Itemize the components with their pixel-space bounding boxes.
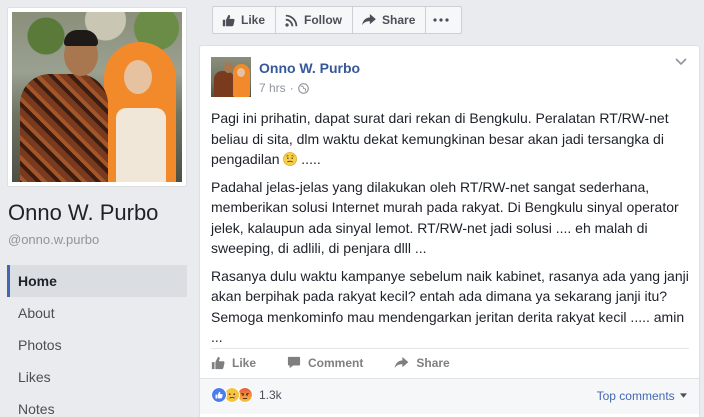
left-column: Onno W. Purbo @onno.w.purbo Home About P… — [0, 0, 196, 417]
chevron-down-icon[interactable] — [675, 58, 687, 66]
like-page-label: Like — [241, 13, 266, 27]
post-action-bar: Like Comment Share — [211, 348, 689, 372]
nav-item-home[interactable]: Home — [7, 265, 187, 297]
share-page-label: Share — [382, 13, 416, 27]
like-reaction-icon — [211, 387, 227, 403]
globe-icon[interactable] — [297, 82, 309, 94]
page-action-bar: Like Follow Share — [212, 6, 463, 34]
nav-item-about[interactable]: About — [7, 297, 187, 329]
follow-label: Follow — [304, 13, 343, 27]
author-avatar[interactable] — [211, 57, 251, 97]
post-paragraph: Pagi ini prihatin, dapat surat dari reka… — [211, 110, 669, 167]
post-share-button[interactable]: Share — [394, 353, 450, 372]
post-timestamp[interactable]: 7 hrs — [259, 81, 286, 95]
post-paragraph: Rasanya dulu waktu kampanye sebelum naik… — [211, 267, 689, 346]
post-share-label: Share — [416, 355, 450, 370]
like-page-button[interactable]: Like — [212, 6, 277, 34]
nav-item-likes[interactable]: Likes — [7, 361, 187, 393]
post-like-button[interactable]: Like — [211, 353, 256, 372]
page-nav: Home About Photos Likes Notes — [7, 265, 187, 417]
post-paragraph: Padahal jelas-jelas yang dilakukan oleh … — [211, 178, 679, 257]
post-card: Onno W. Purbo 7 hrs · Pagi ini prihatin,… — [199, 45, 700, 417]
post-meta: 7 hrs · — [259, 81, 309, 95]
share-arrow-icon — [362, 14, 376, 26]
page-handle[interactable]: @onno.w.purbo — [8, 232, 99, 247]
caret-down-icon — [680, 393, 687, 398]
nav-item-photos[interactable]: Photos — [7, 329, 187, 361]
post-text: Pagi ini prihatin, dapat surat dari reka… — [211, 108, 691, 355]
profile-picture[interactable] — [7, 7, 187, 187]
page-title: Onno W. Purbo — [8, 200, 159, 225]
worried-face-emoji-icon — [283, 152, 298, 166]
share-arrow-icon — [395, 356, 409, 368]
reactions-summary[interactable]: 1.3k — [211, 387, 282, 403]
post-comment-label: Comment — [308, 355, 364, 370]
ellipsis-icon — [433, 18, 449, 22]
reaction-count[interactable]: 1.3k — [259, 388, 282, 402]
reactions-bar: 1.3k Top comments — [200, 378, 699, 414]
top-comments-dropdown[interactable]: Top comments — [597, 389, 687, 403]
comment-bubble-icon — [287, 356, 301, 369]
meta-separator: · — [289, 81, 294, 95]
more-options-button[interactable] — [425, 6, 463, 34]
post-author-link[interactable]: Onno W. Purbo — [259, 60, 360, 76]
post-like-label: Like — [232, 355, 257, 370]
follow-button[interactable]: Follow — [275, 6, 354, 34]
thumbs-up-icon — [211, 356, 225, 369]
nav-item-notes[interactable]: Notes — [7, 393, 187, 417]
top-comments-label: Top comments — [596, 389, 675, 403]
profile-photo — [12, 12, 182, 182]
post-comment-button[interactable]: Comment — [287, 353, 363, 372]
share-page-button[interactable]: Share — [352, 6, 427, 34]
rss-icon — [285, 14, 298, 27]
thumbs-up-icon — [222, 14, 235, 26]
